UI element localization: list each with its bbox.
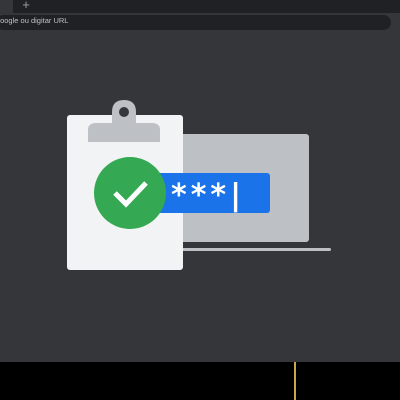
browser-window: + o Google ou digitar URL ***| bbox=[0, 0, 400, 400]
password-field: ***| bbox=[150, 173, 270, 213]
password-mask-text: ***| bbox=[171, 178, 245, 213]
taskbar-indicator bbox=[294, 362, 296, 400]
taskbar bbox=[0, 362, 400, 400]
check-circle bbox=[94, 157, 166, 229]
laptop-base bbox=[165, 248, 331, 251]
password-manager-illustration: ***| bbox=[67, 100, 331, 270]
checkmark-icon bbox=[94, 157, 166, 229]
clipboard-clip-hole bbox=[119, 107, 129, 117]
